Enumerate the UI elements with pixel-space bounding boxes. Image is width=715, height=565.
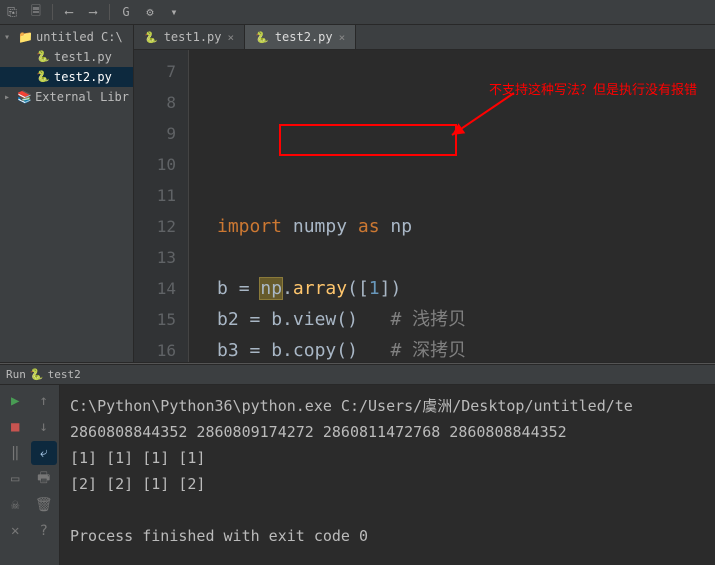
run-pause-icon[interactable]: ‖: [2, 441, 29, 465]
run-header[interactable]: Run 🐍 test2: [0, 365, 715, 385]
toolbar-dropdown-icon[interactable]: ▾: [166, 4, 182, 20]
code-line[interactable]: [217, 242, 715, 273]
sidebar-item-label: test1.py: [54, 50, 112, 64]
editor-code[interactable]: 不支持这种写法？但是执行没有报错 import numpy as np b = …: [189, 50, 715, 362]
toolbar-back-icon[interactable]: ⟵: [61, 4, 77, 20]
project-sidebar: ▾ 📁 untitled C:\ 🐍 test1.py 🐍 test2.py ▸ 📚 Extern…: [0, 25, 134, 362]
sidebar-item-external-libr[interactable]: ▸ 📚 External Libr: [0, 87, 133, 107]
python-icon: 🐍: [255, 31, 269, 44]
run-layout-icon[interactable]: ▭: [2, 467, 29, 491]
tab-test1-py[interactable]: 🐍 test1.py ×: [134, 25, 245, 49]
code-line[interactable]: b2 = b.view() # 浅拷贝: [217, 304, 715, 335]
sidebar-item-label: External Libr: [35, 90, 129, 104]
run-up-icon[interactable]: ↑: [31, 389, 58, 413]
lib-icon: 📚: [17, 90, 31, 104]
run-question-icon[interactable]: ?: [31, 519, 58, 543]
sidebar-item-test2-py[interactable]: 🐍 test2.py: [0, 67, 133, 87]
line-number: 10: [134, 149, 176, 180]
sidebar-item-label: test2.py: [54, 70, 112, 84]
run-close-icon[interactable]: ✕: [2, 519, 29, 543]
close-icon[interactable]: ×: [228, 31, 235, 44]
tab-label: test2.py: [275, 30, 333, 44]
highlight-box: [279, 124, 457, 156]
code-line[interactable]: b3 = b.copy() # 深拷贝: [217, 335, 715, 362]
line-number: 13: [134, 242, 176, 273]
tree-arrow-icon[interactable]: ▾: [4, 32, 14, 43]
line-number: 15: [134, 304, 176, 335]
main-toolbar: ⎘ 🗏 ⟵ ⟶ G ⚙ ▾: [0, 0, 715, 25]
toolbar-gear-icon[interactable]: ⚙: [142, 4, 158, 20]
run-print-icon[interactable]: 🖶: [31, 467, 58, 491]
sidebar-item-label: untitled C:\: [36, 30, 123, 44]
run-down-icon[interactable]: ↓: [31, 415, 58, 439]
editor-code-area: 78910111213141516 不支持这种写法？但是执行没有报错 impor…: [134, 50, 715, 362]
run-skull-icon[interactable]: ☠: [2, 493, 29, 517]
python-icon: 🐍: [30, 368, 44, 381]
code-line[interactable]: import numpy as np: [217, 211, 715, 242]
run-play-icon[interactable]: ▶: [2, 389, 29, 413]
tab-label: test1.py: [164, 30, 222, 44]
toolbar-copy-icon[interactable]: ⎘: [4, 4, 20, 20]
run-stop-icon[interactable]: ■: [2, 415, 29, 439]
run-trash-icon[interactable]: 🗑: [31, 493, 58, 517]
editor-tabs: 🐍 test1.py × 🐍 test2.py ×: [134, 25, 715, 50]
toolbar-g-icon[interactable]: G: [118, 4, 134, 20]
line-number: 9: [134, 118, 176, 149]
console-output[interactable]: C:\Python\Python36\python.exe C:/Users/虞…: [60, 385, 715, 565]
sidebar-item-test1-py[interactable]: 🐍 test1.py: [0, 47, 133, 67]
line-number: 11: [134, 180, 176, 211]
py-icon: 🐍: [36, 70, 50, 84]
code-line[interactable]: b = np.array([1]): [217, 273, 715, 304]
line-number: 14: [134, 273, 176, 304]
line-number: 7: [134, 56, 176, 87]
line-number: 16: [134, 335, 176, 362]
sidebar-item-untitled-c-[interactable]: ▾ 📁 untitled C:\: [0, 27, 133, 47]
line-number: 12: [134, 211, 176, 242]
toolbar-forward-icon[interactable]: ⟶: [85, 4, 101, 20]
close-icon[interactable]: ×: [339, 31, 346, 44]
run-wrap-icon[interactable]: ⤶: [31, 441, 58, 465]
run-panel: Run 🐍 test2 ▶ ↑ ■ ↓ ‖ ⤶ ▭ 🖶 ☠ 🗑 ✕ ? C:\P…: [0, 365, 715, 565]
run-header-target: test2: [48, 368, 81, 381]
editor-gutter: 78910111213141516: [134, 50, 189, 362]
annotation-text: 不支持这种写法？但是执行没有报错: [489, 74, 697, 105]
line-number: 8: [134, 87, 176, 118]
folder-icon: 📁: [18, 30, 32, 44]
tree-arrow-icon[interactable]: ▸: [4, 92, 13, 103]
toolbar-paste-icon[interactable]: 🗏: [28, 4, 44, 20]
run-header-label: Run: [6, 368, 26, 381]
toolbar-separator: [109, 4, 110, 20]
toolbar-separator: [52, 4, 53, 20]
python-icon: 🐍: [144, 31, 158, 44]
tab-test2-py[interactable]: 🐍 test2.py ×: [245, 25, 356, 49]
py-icon: 🐍: [36, 50, 50, 64]
run-toolbar: ▶ ↑ ■ ↓ ‖ ⤶ ▭ 🖶 ☠ 🗑 ✕ ?: [0, 385, 60, 565]
